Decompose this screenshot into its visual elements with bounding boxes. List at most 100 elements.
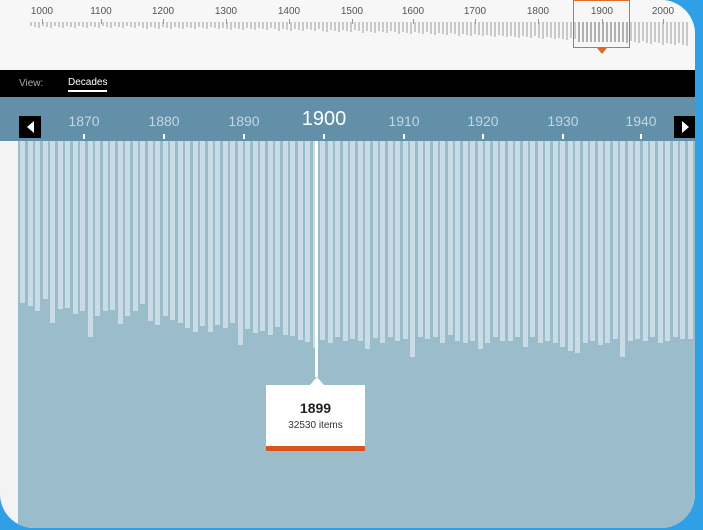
overview-year-label[interactable]: 1800 bbox=[527, 6, 549, 17]
overview-year-label[interactable]: 1300 bbox=[215, 6, 237, 17]
year-bar[interactable] bbox=[237, 141, 243, 345]
year-bar[interactable] bbox=[27, 141, 33, 306]
year-bar[interactable] bbox=[252, 141, 258, 333]
overview-selection-window[interactable] bbox=[573, 0, 630, 48]
year-bar[interactable] bbox=[410, 141, 415, 357]
decade-label-1880[interactable]: 1880 bbox=[148, 113, 179, 129]
year-bar[interactable] bbox=[530, 141, 535, 337]
year-bar[interactable] bbox=[650, 141, 655, 337]
overview-year-label[interactable]: 1400 bbox=[278, 6, 300, 17]
year-bar[interactable] bbox=[42, 141, 48, 299]
view-option-decades[interactable]: Decades bbox=[68, 77, 108, 92]
year-bar[interactable] bbox=[507, 141, 513, 341]
overview-timeline[interactable]: 1000 1100 1200 1300 1400 1500 1600 1700 1800 1900… bbox=[0, 0, 695, 70]
overview-year-label[interactable]: 1100 bbox=[90, 6, 112, 17]
decade-label-1910[interactable]: 1910 bbox=[388, 113, 419, 129]
overview-year-label[interactable]: 1500 bbox=[341, 6, 363, 17]
year-bar[interactable] bbox=[215, 141, 220, 325]
decade-label-1930[interactable]: 1930 bbox=[547, 113, 578, 129]
year-bar[interactable] bbox=[95, 141, 100, 316]
year-bar[interactable] bbox=[282, 141, 288, 335]
year-bar[interactable] bbox=[680, 141, 685, 339]
year-bar[interactable] bbox=[305, 141, 310, 342]
year-bar[interactable] bbox=[72, 141, 78, 314]
year-bar[interactable] bbox=[260, 141, 265, 331]
year-bar[interactable] bbox=[500, 141, 505, 341]
year-bar[interactable] bbox=[432, 141, 438, 337]
year-bar[interactable] bbox=[230, 141, 235, 323]
year-bar[interactable] bbox=[605, 141, 610, 343]
year-bar[interactable] bbox=[57, 141, 63, 309]
year-bar[interactable] bbox=[207, 141, 213, 332]
year-bar[interactable] bbox=[477, 141, 483, 349]
year-bar[interactable] bbox=[140, 141, 145, 304]
year-bar[interactable] bbox=[245, 141, 250, 329]
year-cursor[interactable] bbox=[315, 141, 318, 377]
decade-label-1900[interactable]: 1900 bbox=[302, 108, 347, 131]
year-histogram[interactable]: 1899 32530 items bbox=[18, 141, 695, 528]
year-bar[interactable] bbox=[342, 141, 348, 341]
year-bar[interactable] bbox=[590, 141, 595, 341]
year-bar[interactable] bbox=[575, 141, 580, 353]
overview-year-label[interactable]: 2000 bbox=[652, 6, 674, 17]
year-bar[interactable] bbox=[222, 141, 228, 328]
year-bar[interactable] bbox=[687, 141, 693, 339]
decade-label-1920[interactable]: 1920 bbox=[467, 113, 498, 129]
year-bar[interactable] bbox=[417, 141, 423, 337]
year-bar[interactable] bbox=[515, 141, 520, 337]
year-bar[interactable] bbox=[132, 141, 138, 311]
year-bar[interactable] bbox=[395, 141, 400, 341]
year-bar[interactable] bbox=[380, 141, 385, 343]
year-bar[interactable] bbox=[492, 141, 498, 337]
year-bar[interactable] bbox=[110, 141, 115, 310]
year-bar[interactable] bbox=[537, 141, 543, 343]
decade-label-1890[interactable]: 1890 bbox=[228, 113, 259, 129]
next-decade-button[interactable] bbox=[674, 116, 695, 138]
year-bar[interactable] bbox=[470, 141, 475, 341]
prev-decade-button[interactable] bbox=[19, 116, 41, 138]
year-bar[interactable] bbox=[387, 141, 393, 337]
year-bar[interactable] bbox=[170, 141, 175, 320]
year-bar[interactable] bbox=[522, 141, 528, 347]
year-bar[interactable] bbox=[65, 141, 70, 308]
year-bar[interactable] bbox=[290, 141, 295, 336]
year-bar[interactable] bbox=[635, 141, 640, 339]
year-bar[interactable] bbox=[185, 141, 190, 328]
year-bar[interactable] bbox=[350, 141, 355, 339]
year-bar[interactable] bbox=[402, 141, 408, 339]
year-bar[interactable] bbox=[147, 141, 153, 321]
year-bar[interactable] bbox=[552, 141, 558, 343]
year-bar[interactable] bbox=[455, 141, 460, 341]
year-bar[interactable] bbox=[162, 141, 168, 316]
year-bar[interactable] bbox=[200, 141, 205, 326]
year-bar[interactable] bbox=[327, 141, 333, 343]
year-bar[interactable] bbox=[155, 141, 160, 325]
year-bar[interactable] bbox=[642, 141, 648, 341]
year-bar[interactable] bbox=[447, 141, 453, 335]
year-bar[interactable] bbox=[87, 141, 93, 337]
decade-label-1870[interactable]: 1870 bbox=[68, 113, 99, 129]
year-bar[interactable] bbox=[297, 141, 303, 340]
overview-year-label[interactable]: 1700 bbox=[464, 6, 486, 17]
year-bar[interactable] bbox=[267, 141, 273, 335]
year-bar[interactable] bbox=[192, 141, 198, 332]
year-bar[interactable] bbox=[177, 141, 183, 323]
year-bar[interactable] bbox=[627, 141, 633, 341]
year-bar[interactable] bbox=[620, 141, 625, 357]
year-bar[interactable] bbox=[335, 141, 340, 337]
overview-year-label[interactable]: 1000 bbox=[31, 6, 53, 17]
year-bar[interactable] bbox=[597, 141, 603, 345]
year-bar[interactable] bbox=[665, 141, 670, 341]
decade-label-1940[interactable]: 1940 bbox=[625, 113, 656, 129]
year-bar[interactable] bbox=[545, 141, 550, 341]
year-bar[interactable] bbox=[672, 141, 678, 337]
overview-year-label[interactable]: 1200 bbox=[152, 6, 174, 17]
year-bar[interactable] bbox=[567, 141, 573, 351]
year-bar[interactable] bbox=[582, 141, 588, 343]
year-bar[interactable] bbox=[612, 141, 618, 339]
year-bar[interactable] bbox=[425, 141, 430, 339]
year-bar[interactable] bbox=[560, 141, 565, 347]
year-bar[interactable] bbox=[440, 141, 445, 343]
year-bar[interactable] bbox=[462, 141, 468, 343]
year-bar[interactable] bbox=[485, 141, 490, 343]
